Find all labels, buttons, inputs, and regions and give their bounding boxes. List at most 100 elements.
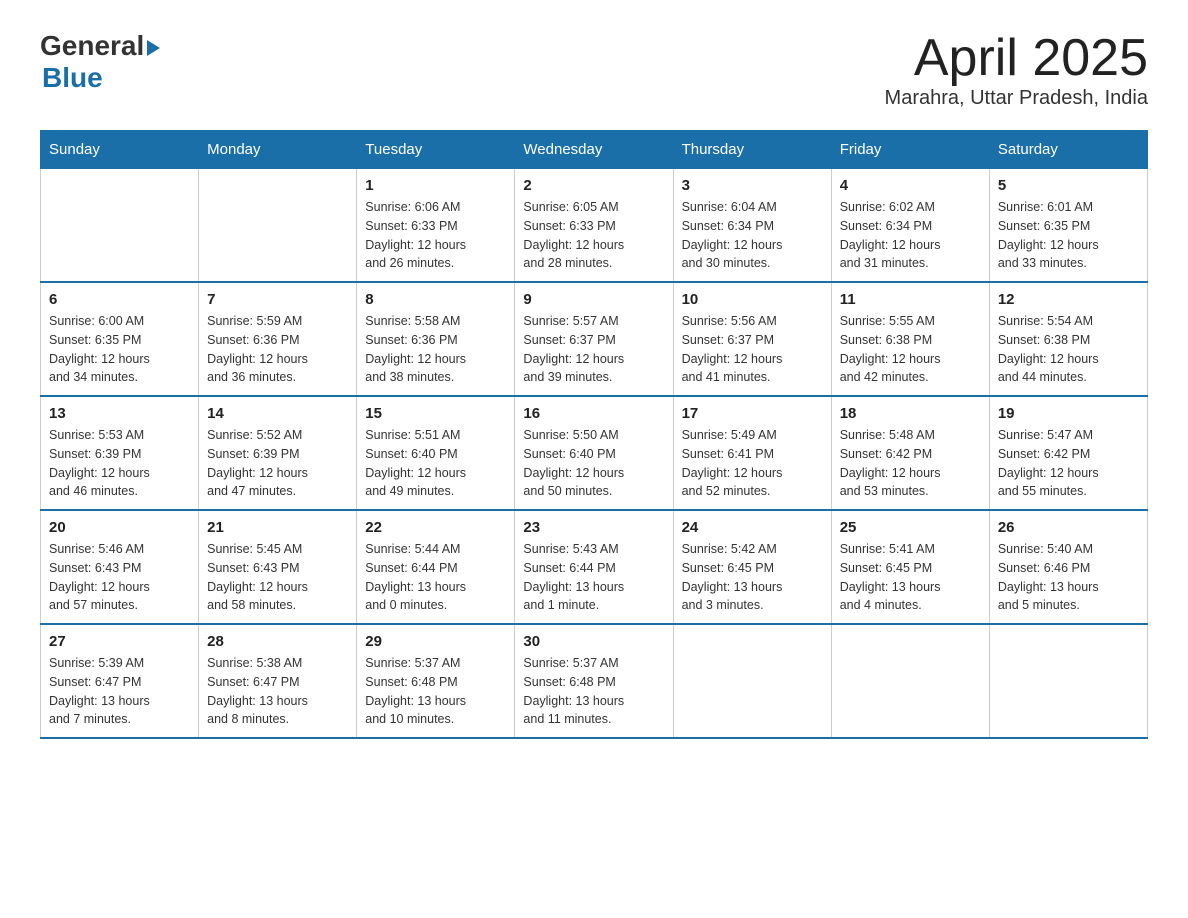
calendar-cell: 17Sunrise: 5:49 AMSunset: 6:41 PMDayligh… [673, 396, 831, 510]
day-info: Sunrise: 5:50 AMSunset: 6:40 PMDaylight:… [523, 426, 664, 501]
day-number: 24 [682, 519, 823, 536]
day-number: 13 [49, 405, 190, 422]
calendar-header-friday: Friday [831, 131, 989, 169]
calendar-cell: 1Sunrise: 6:06 AMSunset: 6:33 PMDaylight… [357, 169, 515, 283]
calendar-cell: 5Sunrise: 6:01 AMSunset: 6:35 PMDaylight… [989, 169, 1147, 283]
day-info: Sunrise: 6:05 AMSunset: 6:33 PMDaylight:… [523, 198, 664, 273]
day-number: 18 [840, 405, 981, 422]
calendar-cell: 21 Sunrise: 5:45 AMSunset: 6:43 PMDayligh… [199, 510, 357, 624]
day-info: Sunrise: 5:56 AMSunset: 6:37 PMDaylight:… [682, 312, 823, 387]
day-info: Sunrise: 5:52 AMSunset: 6:39 PMDaylight:… [207, 426, 348, 501]
day-number: 10 [682, 291, 823, 308]
logo-general-text: General [40, 30, 144, 62]
day-info: Sunrise: 5:46 AMSunset: 6:43 PMDaylight:… [49, 540, 190, 615]
calendar-cell: 27 Sunrise: 5:39 AMSunset: 6:47 PMDayligh… [41, 624, 199, 738]
calendar-cell: 16 Sunrise: 5:50 AMSunset: 6:40 PMDayligh… [515, 396, 673, 510]
day-number: 23 [523, 519, 664, 536]
day-info: Sunrise: 5:39 AMSunset: 6:47 PMDaylight:… [49, 654, 190, 729]
day-number: 3 [682, 177, 823, 194]
day-info: Sunrise: 5:44 AMSunset: 6:44 PMDaylight:… [365, 540, 506, 615]
day-info: Sunrise: 6:01 AMSunset: 6:35 PMDaylight:… [998, 198, 1139, 273]
calendar-cell: 13Sunrise: 5:53 AMSunset: 6:39 PMDayligh… [41, 396, 199, 510]
calendar-week-row: 13Sunrise: 5:53 AMSunset: 6:39 PMDayligh… [41, 396, 1148, 510]
day-number: 4 [840, 177, 981, 194]
day-info: Sunrise: 5:55 AMSunset: 6:38 PMDaylight:… [840, 312, 981, 387]
calendar-cell: 4Sunrise: 6:02 AMSunset: 6:34 PMDaylight… [831, 169, 989, 283]
day-info: Sunrise: 5:54 AMSunset: 6:38 PMDaylight:… [998, 312, 1139, 387]
calendar-cell: 19 Sunrise: 5:47 AMSunset: 6:42 PMDayligh… [989, 396, 1147, 510]
day-number: 12 [998, 291, 1139, 308]
day-number: 8 [365, 291, 506, 308]
calendar-table: SundayMondayTuesdayWednesdayThursdayFrid… [40, 130, 1148, 739]
day-number: 16 [523, 405, 664, 422]
day-info: Sunrise: 5:59 AMSunset: 6:36 PMDaylight:… [207, 312, 348, 387]
calendar-cell: 23 Sunrise: 5:43 AMSunset: 6:44 PMDayligh… [515, 510, 673, 624]
day-number: 25 [840, 519, 981, 536]
logo-arrow-icon [147, 40, 160, 56]
day-info: Sunrise: 5:51 AMSunset: 6:40 PMDaylight:… [365, 426, 506, 501]
day-info: Sunrise: 5:38 AMSunset: 6:47 PMDaylight:… [207, 654, 348, 729]
calendar-cell: 8Sunrise: 5:58 AMSunset: 6:36 PMDaylight… [357, 282, 515, 396]
day-number: 9 [523, 291, 664, 308]
calendar-cell: 30 Sunrise: 5:37 AMSunset: 6:48 PMDayligh… [515, 624, 673, 738]
day-number: 28 [207, 633, 348, 650]
calendar-week-row: 1Sunrise: 6:06 AMSunset: 6:33 PMDaylight… [41, 169, 1148, 283]
day-info: Sunrise: 5:41 AMSunset: 6:45 PMDaylight:… [840, 540, 981, 615]
day-number: 19 [998, 405, 1139, 422]
title-block: April 2025 Marahra, Uttar Pradesh, India [885, 30, 1148, 110]
calendar-week-row: 6Sunrise: 6:00 AMSunset: 6:35 PMDaylight… [41, 282, 1148, 396]
day-number: 27 [49, 633, 190, 650]
calendar-cell [673, 624, 831, 738]
calendar-cell [41, 169, 199, 283]
day-info: Sunrise: 5:37 AMSunset: 6:48 PMDaylight:… [523, 654, 664, 729]
day-number: 17 [682, 405, 823, 422]
calendar-cell: 22 Sunrise: 5:44 AMSunset: 6:44 PMDayligh… [357, 510, 515, 624]
calendar-header-row: SundayMondayTuesdayWednesdayThursdayFrid… [41, 131, 1148, 169]
day-info: Sunrise: 5:40 AMSunset: 6:46 PMDaylight:… [998, 540, 1139, 615]
calendar-cell: 28 Sunrise: 5:38 AMSunset: 6:47 PMDayligh… [199, 624, 357, 738]
day-number: 14 [207, 405, 348, 422]
calendar-cell: 18 Sunrise: 5:48 AMSunset: 6:42 PMDayligh… [831, 396, 989, 510]
day-info: Sunrise: 5:47 AMSunset: 6:42 PMDaylight:… [998, 426, 1139, 501]
day-number: 2 [523, 177, 664, 194]
calendar-header-sunday: Sunday [41, 131, 199, 169]
day-info: Sunrise: 5:57 AMSunset: 6:37 PMDaylight:… [523, 312, 664, 387]
calendar-cell: 20Sunrise: 5:46 AMSunset: 6:43 PMDayligh… [41, 510, 199, 624]
day-number: 21 [207, 519, 348, 536]
calendar-cell: 7 Sunrise: 5:59 AMSunset: 6:36 PMDaylight… [199, 282, 357, 396]
calendar-header-saturday: Saturday [989, 131, 1147, 169]
day-info: Sunrise: 5:37 AMSunset: 6:48 PMDaylight:… [365, 654, 506, 729]
calendar-cell: 2 Sunrise: 6:05 AMSunset: 6:33 PMDaylight… [515, 169, 673, 283]
day-number: 22 [365, 519, 506, 536]
calendar-title: April 2025 [885, 30, 1148, 87]
day-number: 11 [840, 291, 981, 308]
day-number: 15 [365, 405, 506, 422]
day-info: Sunrise: 5:42 AMSunset: 6:45 PMDaylight:… [682, 540, 823, 615]
calendar-cell [831, 624, 989, 738]
calendar-cell: 15 Sunrise: 5:51 AMSunset: 6:40 PMDayligh… [357, 396, 515, 510]
calendar-cell [989, 624, 1147, 738]
calendar-subtitle: Marahra, Uttar Pradesh, India [885, 87, 1148, 110]
logo: General Blue [40, 30, 160, 94]
calendar-cell: 11 Sunrise: 5:55 AMSunset: 6:38 PMDayligh… [831, 282, 989, 396]
calendar-cell: 9 Sunrise: 5:57 AMSunset: 6:37 PMDaylight… [515, 282, 673, 396]
logo-blue-text: Blue [42, 62, 103, 94]
calendar-header-tuesday: Tuesday [357, 131, 515, 169]
calendar-cell: 12 Sunrise: 5:54 AMSunset: 6:38 PMDayligh… [989, 282, 1147, 396]
calendar-header-thursday: Thursday [673, 131, 831, 169]
day-info: Sunrise: 5:48 AMSunset: 6:42 PMDaylight:… [840, 426, 981, 501]
day-number: 29 [365, 633, 506, 650]
calendar-header-wednesday: Wednesday [515, 131, 673, 169]
calendar-cell: 14 Sunrise: 5:52 AMSunset: 6:39 PMDayligh… [199, 396, 357, 510]
calendar-cell: 10 Sunrise: 5:56 AMSunset: 6:37 PMDayligh… [673, 282, 831, 396]
day-number: 30 [523, 633, 664, 650]
calendar-header-monday: Monday [199, 131, 357, 169]
day-info: Sunrise: 5:45 AMSunset: 6:43 PMDaylight:… [207, 540, 348, 615]
day-info: Sunrise: 5:43 AMSunset: 6:44 PMDaylight:… [523, 540, 664, 615]
day-number: 6 [49, 291, 190, 308]
page-header: General Blue April 2025 Marahra, Uttar P… [40, 30, 1148, 110]
day-number: 26 [998, 519, 1139, 536]
calendar-cell [199, 169, 357, 283]
calendar-cell: 3Sunrise: 6:04 AMSunset: 6:34 PMDaylight… [673, 169, 831, 283]
day-number: 7 [207, 291, 348, 308]
